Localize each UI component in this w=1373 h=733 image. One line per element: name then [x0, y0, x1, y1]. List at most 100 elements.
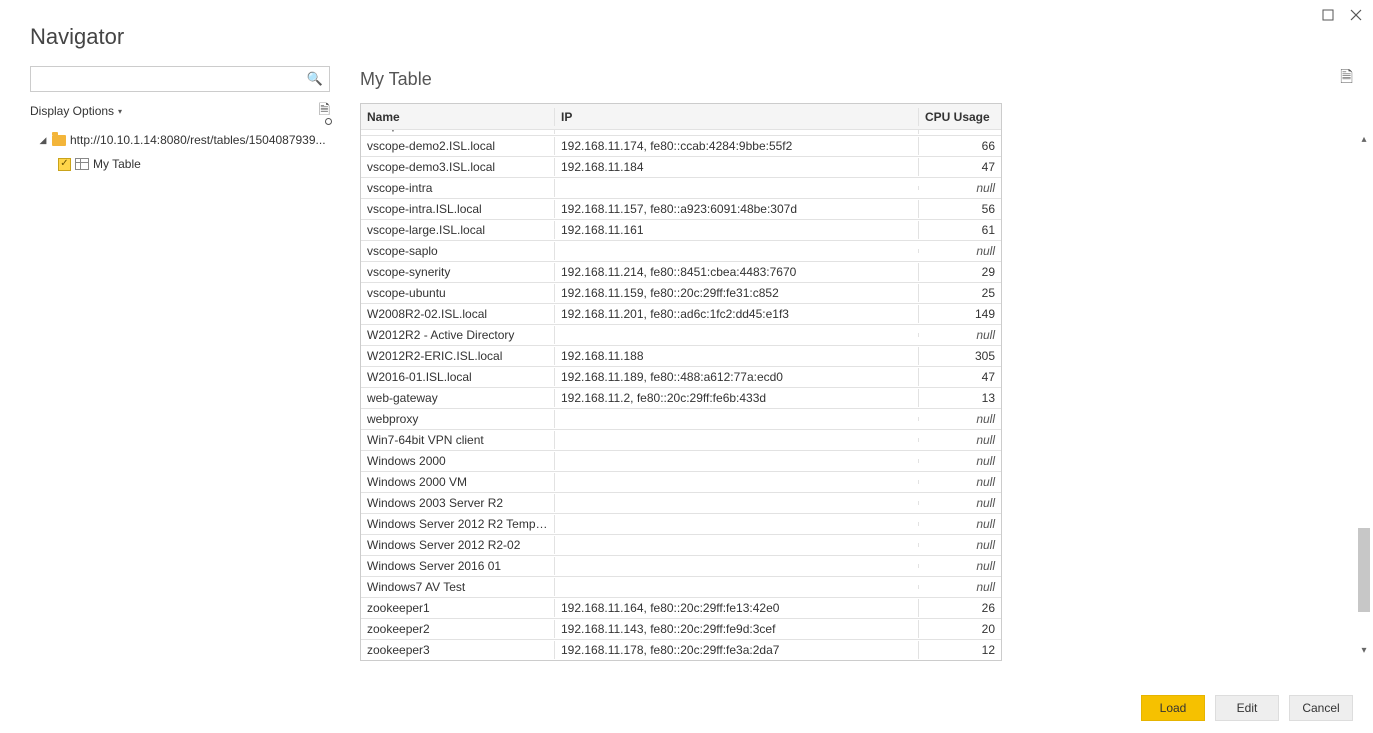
refresh-icon[interactable]: 🗎 [319, 99, 330, 123]
cell-ip: 192.168.11.189, fe80::488:a612:77a:ecd0 [555, 368, 919, 386]
folder-icon [52, 135, 66, 146]
navigation-panel: 🔍 Display Options ▾ 🗎 ◢ http://10.10.1.1… [30, 66, 330, 683]
cell-name: W2012R2-ERIC.ISL.local [361, 347, 555, 365]
column-header-cpu[interactable]: CPU Usage [919, 108, 1001, 126]
tree-source-node[interactable]: ◢ http://10.10.1.14:8080/rest/tables/150… [30, 128, 330, 152]
column-header-name[interactable]: Name [361, 108, 555, 126]
table-row[interactable]: zookeeper1192.168.11.164, fe80::20c:29ff… [361, 598, 1001, 619]
cell-cpu: 56 [919, 200, 1001, 218]
table-row[interactable]: vscope-saplonull [361, 241, 1001, 262]
source-tree: ◢ http://10.10.1.14:8080/rest/tables/150… [30, 128, 330, 176]
cell-name: vscope-large.ISL.local [361, 221, 555, 239]
cell-ip [555, 186, 919, 190]
table-row[interactable]: web-gateway192.168.11.2, fe80::20c:29ff:… [361, 388, 1001, 409]
table-icon [75, 158, 89, 170]
vertical-scrollbar[interactable]: ▴ ▾ [1355, 130, 1373, 659]
cell-ip: 192.168.11.201, fe80::ad6c:1fc2:dd45:e1f… [555, 305, 919, 323]
cell-cpu: null [919, 431, 1001, 449]
search-input[interactable] [37, 71, 307, 87]
cell-cpu: null [919, 452, 1001, 470]
cell-ip: 192.168.11.174, fe80::ccab:4284:9bbe:55f… [555, 137, 919, 155]
tree-checkbox[interactable] [58, 158, 71, 171]
cell-name: zookeeper1 [361, 599, 555, 617]
cell-ip [555, 543, 919, 547]
table-row[interactable]: Windows 2000null [361, 451, 1001, 472]
cell-name: Windows Server 2016 01 [361, 557, 555, 575]
table-row[interactable]: Windows Server 2012 R2-02 null [361, 535, 1001, 556]
table-row[interactable]: vscope-demo2.ISL.local192.168.11.174, fe… [361, 136, 1001, 157]
cell-name: W2008R2-02.ISL.local [361, 305, 555, 323]
search-icon[interactable]: 🔍 [307, 71, 323, 87]
maximize-button[interactable] [1321, 8, 1335, 22]
table-row[interactable]: vscope-large.ISL.local192.168.11.16161 [361, 220, 1001, 241]
cell-cpu: 25 [919, 284, 1001, 302]
search-box[interactable]: 🔍 [30, 66, 330, 92]
tree-table-label: My Table [93, 157, 141, 171]
table-row[interactable]: Windows 2000 VMnull [361, 472, 1001, 493]
cell-ip: 192.168.11.143, fe80::20c:29ff:fe9d:3cef [555, 620, 919, 638]
cell-name: vscope-demo2.ISL.local [361, 137, 555, 155]
cell-name: Windows 2000 VM [361, 473, 555, 491]
column-header-ip[interactable]: IP [555, 108, 919, 126]
dialog-footer: Load Edit Cancel [20, 695, 1353, 721]
table-row[interactable]: vscope-ubuntu192.168.11.159, fe80::20c:2… [361, 283, 1001, 304]
table-row[interactable]: Windows Server 2016 01 null [361, 556, 1001, 577]
table-row[interactable]: Windows Server 2012 R2 Templatenull [361, 514, 1001, 535]
display-options-dropdown[interactable]: Display Options ▾ [30, 104, 122, 118]
display-options-label: Display Options [30, 104, 114, 118]
cell-name: vscope-intra [361, 179, 555, 197]
close-button[interactable] [1349, 8, 1363, 22]
table-row[interactable]: vscope-demo3.ISL.local192.168.11.18447 [361, 157, 1001, 178]
table-row[interactable]: W2016-01.ISL.local192.168.11.189, fe80::… [361, 367, 1001, 388]
chevron-down-icon: ▾ [118, 107, 122, 116]
table-row[interactable]: Windows 2003 Server R2null [361, 493, 1001, 514]
cell-name: web-gateway [361, 389, 555, 407]
table-row[interactable]: vscope-intra.ISL.local192.168.11.157, fe… [361, 199, 1001, 220]
cell-name: vscope-synerity [361, 263, 555, 281]
scroll-down-arrow[interactable]: ▾ [1355, 641, 1373, 659]
table-row[interactable]: vscope-synerity192.168.11.214, fe80::845… [361, 262, 1001, 283]
table-row[interactable]: webproxynull [361, 409, 1001, 430]
cell-ip: 192.168.11.157, fe80::a923:6091:48be:307… [555, 200, 919, 218]
cell-ip [555, 333, 919, 337]
collapse-icon[interactable]: ◢ [38, 135, 48, 146]
cell-ip [555, 585, 919, 589]
table-row[interactable]: W2012R2-ERIC.ISL.local192.168.11.188305 [361, 346, 1001, 367]
table-row[interactable]: vscope-intranull [361, 178, 1001, 199]
cell-cpu: null [919, 494, 1001, 512]
cell-ip: 192.168.11.188 [555, 347, 919, 365]
cell-ip: 192.168.11.161 [555, 221, 919, 239]
table-row[interactable]: Windows7 AV Test null [361, 577, 1001, 598]
cell-cpu: 91 [919, 130, 1001, 134]
cell-name: webproxy [361, 410, 555, 428]
cell-cpu: 305 [919, 347, 1001, 365]
table-row[interactable]: W2012R2 - Active Directorynull [361, 325, 1001, 346]
scroll-thumb[interactable] [1358, 528, 1370, 612]
cell-cpu: null [919, 536, 1001, 554]
tree-table-node[interactable]: My Table [30, 152, 330, 176]
cell-name: Windows7 AV Test [361, 578, 555, 596]
table-row[interactable]: zookeeper3192.168.11.178, fe80::20c:29ff… [361, 640, 1001, 660]
cell-name: W2012R2 - Active Directory [361, 326, 555, 344]
cell-name: vscope-demo3.ISL.local [361, 158, 555, 176]
cell-ip: 192.168.11.164, fe80::20c:29ff:fe13:42e0 [555, 599, 919, 617]
cell-name: zookeeper3 [361, 641, 555, 659]
scroll-up-arrow[interactable]: ▴ [1355, 130, 1373, 148]
cell-ip: 192.168.11.159, fe80::20c:29ff:fe31:c852 [555, 284, 919, 302]
cell-cpu: 12 [919, 641, 1001, 659]
edit-button[interactable]: Edit [1215, 695, 1279, 721]
table-row[interactable]: zookeeper2192.168.11.143, fe80::20c:29ff… [361, 619, 1001, 640]
cell-cpu: null [919, 557, 1001, 575]
table-row[interactable]: W2008R2-02.ISL.local192.168.11.201, fe80… [361, 304, 1001, 325]
cell-name: Windows Server 2012 R2-02 [361, 536, 555, 554]
cell-ip [555, 459, 919, 463]
preview-table: Name IP CPU Usage vscope-customs.ISL.loc… [360, 103, 1002, 661]
load-button[interactable]: Load [1141, 695, 1205, 721]
cell-ip: 192.168.11.2, fe80::20c:29ff:fe6b:433d [555, 389, 919, 407]
apply-changes-icon[interactable]: 🗎 [1340, 66, 1353, 93]
table-row[interactable]: Win7-64bit VPN clientnull [361, 430, 1001, 451]
cell-cpu: 66 [919, 137, 1001, 155]
cancel-button[interactable]: Cancel [1289, 695, 1353, 721]
tree-source-label: http://10.10.1.14:8080/rest/tables/15040… [70, 133, 326, 147]
cell-cpu: null [919, 578, 1001, 596]
